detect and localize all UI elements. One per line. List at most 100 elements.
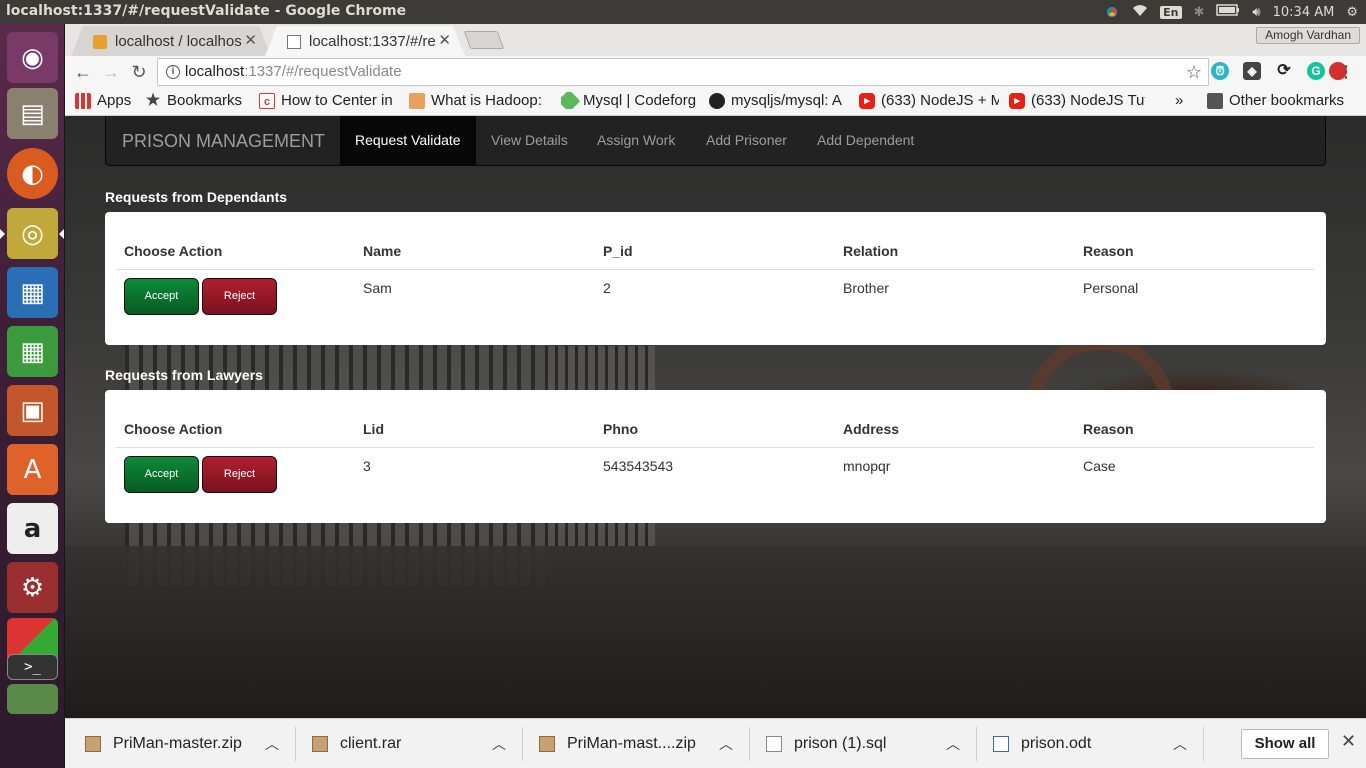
- chrome-app-icon[interactable]: ◎: [7, 208, 58, 259]
- bookmark-bookmarks[interactable]: ★ Bookmarks: [145, 92, 255, 109]
- firefox-icon[interactable]: ◐: [7, 148, 58, 199]
- window-title: localhost:1337/#/requestValidate - Googl…: [6, 3, 407, 19]
- bookmark-star-icon[interactable]: ☆: [1186, 59, 1202, 85]
- tab-phpmyadmin[interactable]: localhost / localhos ✕: [71, 26, 271, 56]
- new-tab-button[interactable]: [463, 31, 505, 49]
- forward-arrow-icon[interactable]: →: [101, 62, 121, 83]
- system-settings-icon[interactable]: ⚙: [7, 562, 58, 613]
- chrome-menu-icon[interactable]: ⋮: [1338, 62, 1354, 82]
- download-filename: client.rar: [340, 735, 402, 752]
- nav-request-validate[interactable]: Request Validate: [355, 132, 461, 148]
- terminal-icon[interactable]: >_: [7, 654, 58, 680]
- wifi-icon[interactable]: [1132, 3, 1148, 21]
- lawyers-table-panel: Choose Action Lid Phno Address Reason Ac…: [105, 390, 1326, 523]
- reject-button[interactable]: Reject: [202, 456, 277, 493]
- volume-icon[interactable]: 🔊︎: [1252, 5, 1260, 20]
- bookmark-apps[interactable]: Apps: [75, 92, 137, 109]
- bookmark-nodejs-2[interactable]: ▸ (633) NodeJS Tut: [1009, 92, 1145, 109]
- chevron-up-icon[interactable]: ︿: [265, 734, 279, 754]
- background-floor: [65, 546, 1366, 718]
- cell-pid: 2: [603, 280, 611, 296]
- bookmarks-bar: Apps ★ Bookmarks c How to Center in What…: [65, 88, 1366, 116]
- clock[interactable]: 10:34 AM: [1273, 5, 1335, 20]
- nav-view-details[interactable]: View Details: [491, 132, 568, 148]
- cell-lid: 3: [363, 458, 371, 474]
- back-arrow-icon[interactable]: ←: [73, 62, 93, 83]
- bluetooth-icon[interactable]: ✱: [1194, 5, 1205, 20]
- page-favicon-icon: [287, 35, 301, 49]
- download-item[interactable]: PriMan-mast....zip ︿: [539, 731, 739, 757]
- tab-request-validate[interactable]: localhost:1337/#/re ✕: [265, 26, 465, 56]
- libreoffice-impress-icon[interactable]: ▣: [7, 385, 58, 436]
- folder-icon: [1207, 92, 1223, 109]
- tab-label: localhost / localhos: [115, 32, 242, 50]
- accept-button[interactable]: Accept: [124, 278, 199, 315]
- ubuntu-dash-icon[interactable]: ◉: [7, 32, 58, 83]
- chevron-up-icon[interactable]: ︿: [946, 734, 960, 754]
- software-center-icon[interactable]: A: [7, 444, 58, 495]
- profile-badge[interactable]: Amogh Vardhan: [1256, 27, 1360, 44]
- divider: [522, 727, 523, 761]
- bookmarks-overflow-button[interactable]: »: [1175, 92, 1189, 109]
- nav-add-dependent[interactable]: Add Dependent: [817, 132, 914, 148]
- accept-button[interactable]: Accept: [124, 456, 199, 493]
- document-file-icon: [993, 736, 1009, 752]
- column-header: Choose Action: [124, 421, 223, 437]
- divider: [976, 727, 977, 761]
- trash-stack-icon[interactable]: [7, 684, 58, 714]
- tab-close-icon[interactable]: ✕: [244, 31, 257, 49]
- bookmark-mysqljs[interactable]: mysqljs/mysql: A: [709, 92, 849, 109]
- amazon-icon[interactable]: a: [7, 503, 58, 554]
- divider: [1203, 727, 1204, 761]
- bookmark-mysql[interactable]: Mysql | Codeforg: [561, 92, 699, 109]
- chrome-window: localhost / localhos ✕ localhost:1337/#/…: [65, 24, 1366, 768]
- bookmark-center[interactable]: c How to Center in: [259, 92, 399, 109]
- sql-file-icon: [766, 736, 782, 752]
- dependants-section-title: Requests from Dependants: [105, 189, 288, 205]
- chrome-indicator-icon[interactable]: [1104, 4, 1121, 20]
- libreoffice-writer-icon[interactable]: ▦: [7, 267, 58, 318]
- nav-assign-work[interactable]: Assign Work: [597, 132, 675, 148]
- battery-icon[interactable]: [1216, 4, 1240, 20]
- chevron-up-icon[interactable]: ︿: [1173, 734, 1187, 754]
- sync-extension-icon[interactable]: ⟳: [1275, 62, 1293, 80]
- bookmark-nodejs-1[interactable]: ▸ (633) NodeJS + M: [859, 92, 999, 109]
- download-filename: prison (1).sql: [794, 735, 887, 752]
- grammarly-icon[interactable]: G: [1307, 62, 1325, 80]
- archive-icon: [539, 736, 555, 752]
- active-app-indicator: [0, 229, 5, 239]
- files-app-icon[interactable]: ▤: [7, 88, 58, 139]
- reload-icon[interactable]: ↻: [129, 62, 149, 83]
- column-header: P_id: [603, 243, 633, 259]
- download-item[interactable]: client.rar ︿: [312, 731, 512, 757]
- phpmyadmin-favicon-icon: [93, 35, 107, 49]
- chevron-up-icon[interactable]: ︿: [719, 734, 733, 754]
- keyboard-layout[interactable]: En: [1160, 5, 1182, 19]
- header-divider: [116, 447, 1314, 448]
- tab-close-icon[interactable]: ✕: [438, 31, 451, 49]
- tab-strip: localhost / localhos ✕ localhost:1337/#/…: [65, 24, 1366, 56]
- nav-add-prisoner[interactable]: Add Prisoner: [706, 132, 787, 148]
- system-indicators: En ✱ 🔊︎ 10:34 AM ⚙: [1104, 3, 1358, 21]
- reject-button[interactable]: Reject: [202, 278, 277, 315]
- codepen-icon: c: [259, 92, 275, 109]
- address-bar[interactable]: i localhost:1337/#/requestValidate ☆: [157, 58, 1209, 86]
- download-item[interactable]: PriMan-master.zip ︿: [85, 731, 285, 757]
- power-gear-icon[interactable]: ⚙: [1346, 5, 1358, 20]
- divider: [749, 727, 750, 761]
- close-downloads-icon[interactable]: ✕: [1341, 731, 1356, 752]
- show-all-button[interactable]: Show all: [1241, 729, 1329, 759]
- youtube-icon: ▸: [859, 92, 875, 109]
- libreoffice-calc-icon[interactable]: ▦: [7, 326, 58, 377]
- download-item[interactable]: prison.odt ︿: [993, 731, 1193, 757]
- brand[interactable]: PRISON MANAGEMENT: [122, 131, 325, 152]
- archive-icon: [312, 736, 328, 752]
- bookmark-hadoop[interactable]: What is Hadoop:: [409, 92, 549, 109]
- download-item[interactable]: prison (1).sql ︿: [766, 731, 966, 757]
- alarm-extension-icon[interactable]: ⏰︎: [1211, 62, 1229, 80]
- other-bookmarks[interactable]: Other bookmarks: [1207, 92, 1357, 109]
- site-info-icon[interactable]: i: [166, 65, 180, 79]
- chevron-up-icon[interactable]: ︿: [492, 734, 506, 754]
- hadoop-icon: [409, 92, 425, 109]
- keep-extension-icon[interactable]: ◈: [1243, 62, 1261, 80]
